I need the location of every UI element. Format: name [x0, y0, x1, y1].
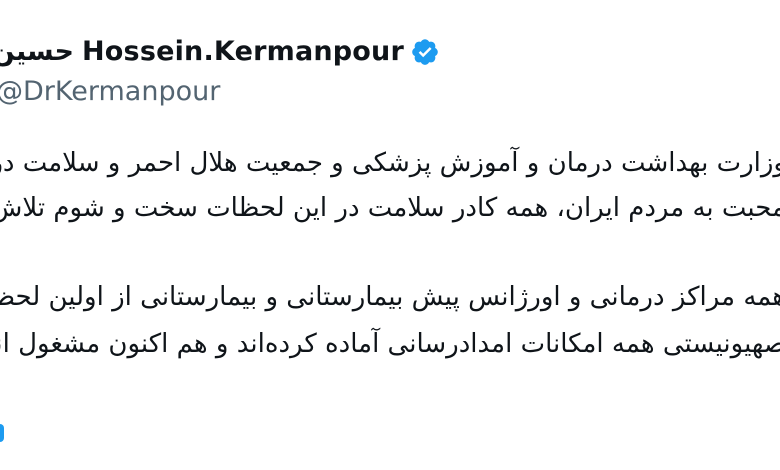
tweet-text-line-2: محبت به مردم ایران، همه کادر سلامت در ای… — [0, 193, 780, 223]
tweet-card: حسین کرمانپور Hossein.Kermanpour @DrKerm… — [0, 0, 780, 470]
hashtag-link-fragment[interactable] — [0, 424, 4, 442]
tweet-text-line-3: همه مراکز درمانی و اورژانس پیش بیمارستان… — [0, 282, 780, 312]
author-display-name-fa[interactable]: حسین کرمانپور — [0, 36, 74, 67]
author-handle[interactable]: @DrKermanpour — [0, 76, 220, 107]
author-display-name[interactable]: Hossein.Kermanpour — [82, 36, 404, 67]
tweet-text-line-4: صهیونیستی همه امکانات امدادرسانی آماده ک… — [0, 329, 780, 359]
tweet-text-line-1: وزارت بهداشت درمان و آموزش پزشکی و جمعیت… — [0, 148, 780, 178]
verified-badge-icon — [410, 37, 440, 67]
tweet-author-row[interactable]: حسین کرمانپور Hossein.Kermanpour — [0, 36, 440, 67]
